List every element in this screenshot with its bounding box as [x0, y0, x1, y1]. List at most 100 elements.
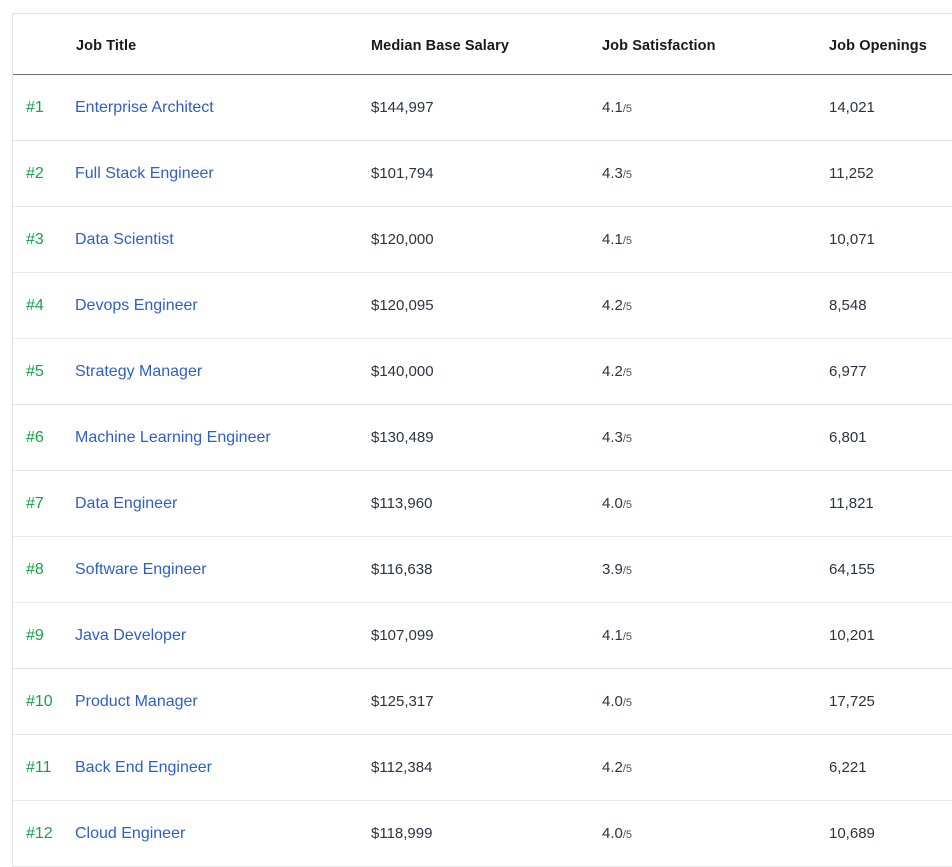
job-openings-value: 11,821 — [829, 471, 952, 537]
satisfaction-denominator: /5 — [623, 367, 632, 379]
satisfaction-denominator: /5 — [623, 829, 632, 841]
median-base-salary-value: $140,000 — [371, 339, 602, 405]
satisfaction-denominator: /5 — [623, 103, 632, 115]
median-base-salary-value: $113,960 — [371, 471, 602, 537]
job-satisfaction-value: 4.1/5 — [602, 603, 829, 669]
table-row: #11Back End Engineer$112,3844.2/56,221 — [13, 735, 952, 801]
satisfaction-score: 4.2 — [602, 759, 623, 776]
satisfaction-denominator: /5 — [623, 565, 632, 577]
job-title-cell: Cloud Engineer — [75, 801, 371, 867]
satisfaction-denominator: /5 — [623, 301, 632, 313]
satisfaction-denominator: /5 — [623, 169, 632, 181]
rank-badge: #12 — [13, 801, 75, 867]
satisfaction-score: 4.2 — [602, 363, 623, 380]
column-header-job-openings: Job Openings — [829, 14, 952, 75]
job-title-cell: Back End Engineer — [75, 735, 371, 801]
job-satisfaction-value: 4.0/5 — [602, 669, 829, 735]
median-base-salary-value: $125,317 — [371, 669, 602, 735]
satisfaction-denominator: /5 — [623, 763, 632, 775]
median-base-salary-value: $130,489 — [371, 405, 602, 471]
table-body: #1Enterprise Architect$144,9974.1/514,02… — [13, 75, 952, 867]
median-base-salary-value: $120,095 — [371, 273, 602, 339]
satisfaction-denominator: /5 — [623, 499, 632, 511]
rank-badge: #3 — [13, 207, 75, 273]
job-title-link[interactable]: Data Scientist — [75, 231, 174, 248]
median-base-salary-value: $120,000 — [371, 207, 602, 273]
table-row: #10Product Manager $125,3174.0/517,725 — [13, 669, 952, 735]
table-row: #12Cloud Engineer$118,9994.0/510,689 — [13, 801, 952, 867]
job-title-link[interactable]: Machine Learning Engineer — [75, 429, 271, 446]
rank-badge: #5 — [13, 339, 75, 405]
job-title-link[interactable]: Software Engineer — [75, 561, 207, 578]
satisfaction-score: 3.9 — [602, 561, 623, 578]
median-base-salary-value: $107,099 — [371, 603, 602, 669]
satisfaction-denominator: /5 — [623, 433, 632, 445]
column-header-job-title: Job Title — [75, 14, 371, 75]
rank-badge: #2 — [13, 141, 75, 207]
page-root: Job Title Median Base Salary Job Satisfa… — [0, 0, 952, 864]
median-base-salary-value: $118,999 — [371, 801, 602, 867]
table-row: #3Data Scientist$120,0004.1/510,071 — [13, 207, 952, 273]
job-satisfaction-value: 4.0/5 — [602, 471, 829, 537]
column-header-median-base-salary: Median Base Salary — [371, 14, 602, 75]
job-title-link[interactable]: Back End Engineer — [75, 759, 212, 776]
job-satisfaction-value: 4.2/5 — [602, 339, 829, 405]
job-satisfaction-value: 4.2/5 — [602, 735, 829, 801]
job-openings-value: 6,977 — [829, 339, 952, 405]
job-satisfaction-value: 4.3/5 — [602, 405, 829, 471]
job-title-cell: Machine Learning Engineer — [75, 405, 371, 471]
table-row: #5Strategy Manager$140,0004.2/56,977 — [13, 339, 952, 405]
job-satisfaction-value: 4.0/5 — [602, 801, 829, 867]
job-openings-value: 17,725 — [829, 669, 952, 735]
job-title-link[interactable]: Devops Engineer — [75, 297, 198, 314]
median-base-salary-value: $144,997 — [371, 75, 602, 141]
column-header-job-satisfaction: Job Satisfaction — [602, 14, 829, 75]
satisfaction-score: 4.0 — [602, 693, 623, 710]
table-row: #2Full Stack Engineer$101,7944.3/511,252 — [13, 141, 952, 207]
table-row: #4Devops Engineer$120,0954.2/58,548 — [13, 273, 952, 339]
satisfaction-score: 4.1 — [602, 627, 623, 644]
job-satisfaction-value: 4.1/5 — [602, 207, 829, 273]
job-openings-value: 64,155 — [829, 537, 952, 603]
satisfaction-score: 4.1 — [602, 231, 623, 248]
job-title-cell: Data Scientist — [75, 207, 371, 273]
job-title-cell: Java Developer — [75, 603, 371, 669]
job-title-cell: Enterprise Architect — [75, 75, 371, 141]
job-title-link[interactable]: Data Engineer — [75, 495, 177, 512]
job-openings-value: 11,252 — [829, 141, 952, 207]
job-title-link[interactable]: Cloud Engineer — [75, 825, 185, 842]
satisfaction-score: 4.0 — [602, 825, 623, 842]
job-title-cell: Product Manager — [75, 669, 371, 735]
satisfaction-denominator: /5 — [623, 235, 632, 247]
median-base-salary-value: $112,384 — [371, 735, 602, 801]
job-title-link[interactable]: Strategy Manager — [75, 363, 202, 380]
satisfaction-denominator: /5 — [623, 631, 632, 643]
job-satisfaction-value: 4.3/5 — [602, 141, 829, 207]
column-header-rank — [13, 14, 75, 75]
job-title-link[interactable]: Product Manager — [75, 693, 198, 710]
rank-badge: #10 — [13, 669, 75, 735]
job-satisfaction-value: 4.1/5 — [602, 75, 829, 141]
rank-badge: #9 — [13, 603, 75, 669]
job-title-cell: Full Stack Engineer — [75, 141, 371, 207]
table-row: #1Enterprise Architect$144,9974.1/514,02… — [13, 75, 952, 141]
job-title-cell: Data Engineer — [75, 471, 371, 537]
table-row: #9Java Developer$107,0994.1/510,201 — [13, 603, 952, 669]
satisfaction-score: 4.1 — [602, 99, 623, 116]
rank-badge: #1 — [13, 75, 75, 141]
table-row: #8Software Engineer$116,6383.9/564,155 — [13, 537, 952, 603]
satisfaction-score: 4.0 — [602, 495, 623, 512]
job-title-link[interactable]: Full Stack Engineer — [75, 165, 214, 182]
satisfaction-score: 4.2 — [602, 297, 623, 314]
job-title-link[interactable]: Java Developer — [75, 627, 186, 644]
satisfaction-score: 4.3 — [602, 429, 623, 446]
rank-badge: #7 — [13, 471, 75, 537]
job-title-cell: Devops Engineer — [75, 273, 371, 339]
table-row: #6Machine Learning Engineer$130,4894.3/5… — [13, 405, 952, 471]
job-ranking-table: Job Title Median Base Salary Job Satisfa… — [13, 14, 952, 867]
job-title-link[interactable]: Enterprise Architect — [75, 99, 214, 116]
job-satisfaction-value: 3.9/5 — [602, 537, 829, 603]
job-title-cell: Software Engineer — [75, 537, 371, 603]
rank-badge: #8 — [13, 537, 75, 603]
job-openings-value: 6,221 — [829, 735, 952, 801]
